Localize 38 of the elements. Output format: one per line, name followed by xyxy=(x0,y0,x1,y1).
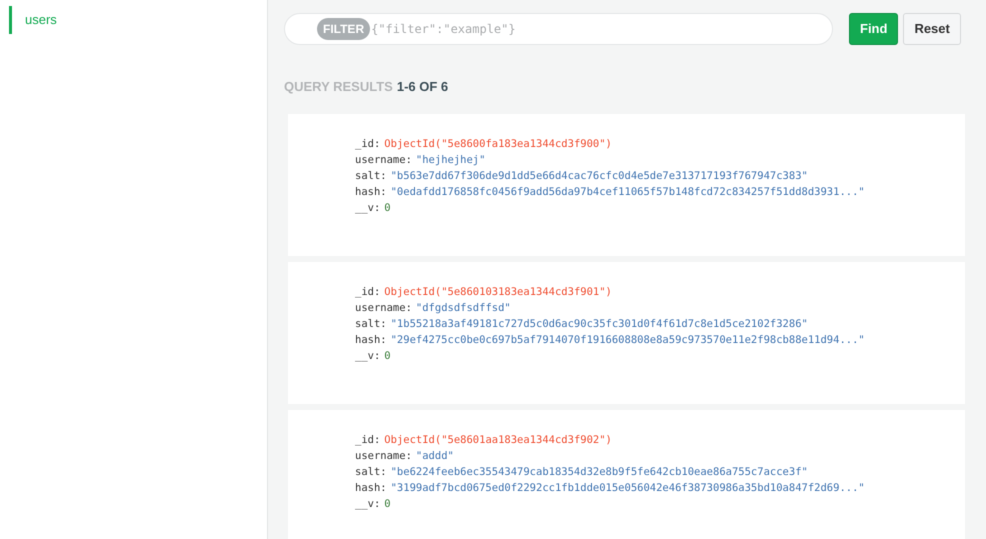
field-value: ObjectId("5e8601aa183ea1344cd3f902") xyxy=(384,432,612,448)
field-value: 0 xyxy=(384,348,391,364)
field-key: username: xyxy=(355,152,412,168)
results-label: QUERY RESULTS xyxy=(284,78,393,96)
field-value: "0edafdd176858fc0456f9add56da97b4cef11065f57b148fcd72c834257f51dd8d3931..." xyxy=(390,184,865,200)
field-key: __v: xyxy=(355,200,380,216)
field-key: _id: xyxy=(355,432,380,448)
field-value: "1b55218a3af49181c727d5c0d6ac90c35fc301d0f4f61d7c8e1d5ce2102f3286" xyxy=(390,316,808,332)
field-key: hash: xyxy=(355,332,387,348)
filter-input[interactable]: {"filter":"example"} xyxy=(371,20,832,38)
reset-button[interactable]: Reset xyxy=(903,13,961,45)
field-key: __v: xyxy=(355,496,380,512)
field-key: hash: xyxy=(355,184,387,200)
field-value: ObjectId("5e860103183ea1344cd3f901") xyxy=(384,284,612,300)
field-key: salt: xyxy=(355,316,387,332)
field-key: __v: xyxy=(355,348,380,364)
find-button[interactable]: Find xyxy=(849,13,898,45)
field-value: "dfgdsdfsdffsd" xyxy=(416,300,511,316)
field-value: "be6224feeb6ec35543479cab18354d32e8b9f5fe642cb10eae86a755c7acce3f" xyxy=(390,464,808,480)
field-key: salt: xyxy=(355,168,387,184)
field-value: "b563e7dd67f306de9d1dd5e66d4cac76cfc0d4e5de7e313717193f767947c383" xyxy=(390,168,808,184)
field-key: _id: xyxy=(355,136,380,152)
field-value: 0 xyxy=(384,200,391,216)
field-value: "3199adf7bcd0675ed0f2292cc1fb1dde015e056042e46f38730986a35bd10a847f2d69..." xyxy=(390,480,865,496)
field-key: _id: xyxy=(355,284,380,300)
field-value: ObjectId("5e8600fa183ea1344cd3f900") xyxy=(384,136,612,152)
filter-field[interactable]: FILTER {"filter":"example"} xyxy=(284,13,833,45)
field-key: hash: xyxy=(355,480,387,496)
field-value: "hejhejhej" xyxy=(416,152,486,168)
results-count: 1-6 OF 6 xyxy=(396,78,448,96)
field-value: "29ef4275cc0be0c697b5af7914070f1916608808e8a59c973570e11e2f98cb88e11d94..." xyxy=(390,332,865,348)
field-key: salt: xyxy=(355,464,387,480)
field-value: 0 xyxy=(384,496,391,512)
filter-tag: FILTER xyxy=(317,18,370,40)
field-key: username: xyxy=(355,300,412,316)
sidebar-item[interactable]: users xyxy=(9,6,267,34)
field-key: username: xyxy=(355,448,412,464)
field-value: "addd" xyxy=(416,448,454,464)
